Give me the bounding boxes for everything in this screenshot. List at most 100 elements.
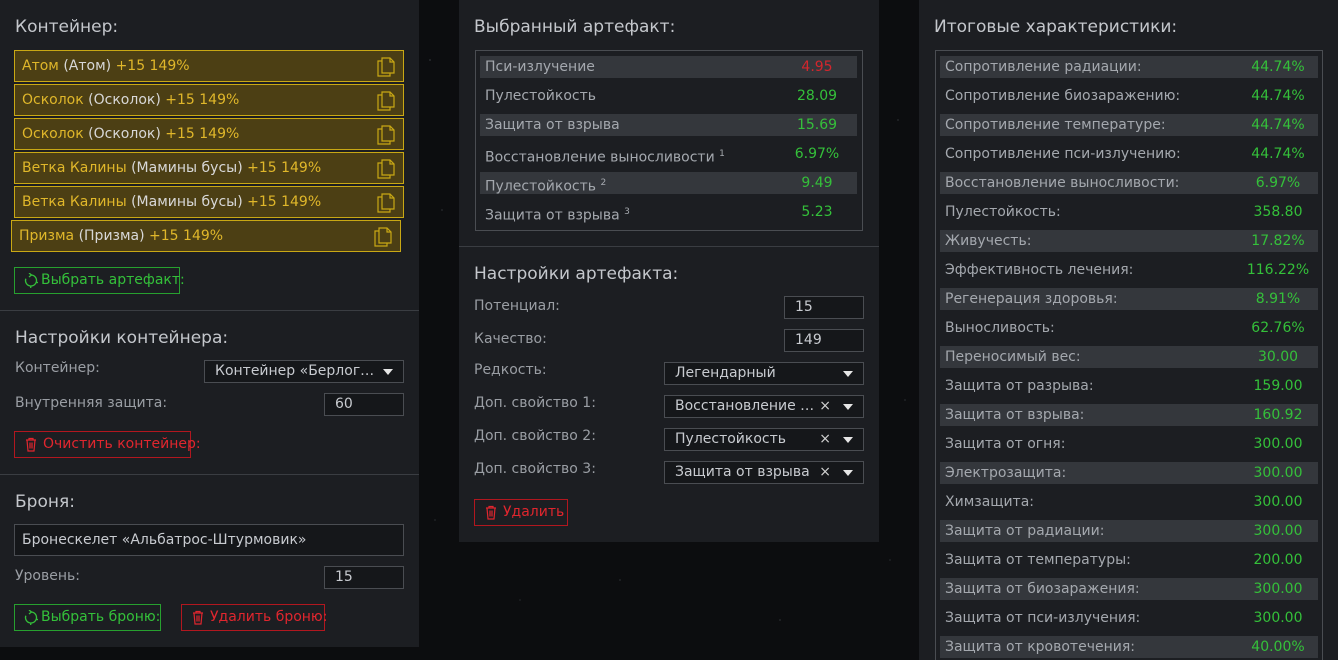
clear-icon[interactable]: × [819, 396, 831, 417]
artifact-original-name: (Призма) [78, 228, 145, 244]
copy-icon[interactable] [377, 125, 395, 145]
artifact-name: Осколок [22, 92, 84, 108]
total-stat-name: Защита от взрыва: [945, 407, 1085, 423]
extra-property-2-select[interactable]: Пулестойкость × [664, 428, 864, 451]
inner-protection-label: Внутренняя защита: [15, 395, 168, 411]
clear-container-button[interactable]: Очистить контейнер: [14, 431, 201, 458]
chevron-down-icon [843, 470, 853, 476]
delete-artifact-button[interactable]: Удалить [474, 499, 568, 526]
stat-footnote: 2 [600, 178, 607, 188]
rarity-select[interactable]: Легендарный [664, 362, 864, 385]
artifact-level: +15 149% [115, 58, 190, 74]
artifact-original-name: (Осколок) [88, 126, 161, 142]
total-stat-name: Электрозащита: [945, 465, 1067, 481]
totals-table: Сопротивление радиации: 44.74% Сопротивлен… [935, 50, 1323, 660]
chevron-down-icon [843, 437, 853, 443]
divider [0, 474, 419, 475]
select-artifact-label: Выбрать артефакт: [41, 272, 185, 288]
clear-icon[interactable]: × [819, 429, 831, 450]
total-stat-row: Защита от радиации: 300.00 [940, 520, 1318, 542]
container-artifact-item[interactable]: Призма (Призма) +15 149% [11, 220, 401, 252]
container-label: Контейнер: [15, 360, 100, 376]
total-stat-row: Переносимый вес: 30.00 [940, 346, 1318, 368]
total-stat-value: 116.22% [1246, 262, 1310, 278]
container-select[interactable]: Контейнер «Берлога… [204, 360, 404, 383]
container-panel: Контейнер: Атом (Атом) +15 149% Осколок (… [0, 0, 419, 647]
total-stat-name: Живучесть: [945, 233, 1032, 249]
total-stat-value: 44.74% [1251, 117, 1305, 133]
artifact-stat-row: Восстановление выносливости 1 6.97% [480, 143, 857, 166]
container-artifact-item[interactable]: Ветка Калины (Мамины бусы) +15 149% [14, 152, 404, 184]
artifact-original-name: (Мамины бусы) [131, 160, 243, 176]
copy-icon[interactable] [377, 193, 395, 213]
total-stat-name: Пулестойкость: [945, 204, 1061, 220]
extra-property-1-select[interactable]: Восстановление в… × [664, 395, 864, 418]
copy-icon[interactable] [377, 57, 395, 77]
delete-armor-button[interactable]: Удалить броню: [181, 604, 328, 631]
artifact-panel: Выбранный артефакт: Пси-излучение 4.95 Пул… [459, 0, 879, 542]
select-armor-label: Выбрать броню: [41, 609, 161, 625]
armor-name-field[interactable]: Бронескелет «Альбатрос-Штурмовик» [14, 524, 404, 556]
divider [0, 310, 419, 311]
potential-input[interactable]: 15 [784, 296, 864, 319]
artifact-stat-row: Пулестойкость 2 9.49 [480, 172, 857, 195]
select-artifact-button[interactable]: Выбрать артефакт: [14, 267, 185, 294]
total-stat-value: 17.82% [1251, 233, 1305, 249]
total-stat-name: Сопротивление радиации: [945, 59, 1142, 75]
stat-name: Защита от взрыва [485, 207, 620, 224]
total-stat-row: Сопротивление радиации: 44.74% [940, 56, 1318, 78]
extra-property-3-select[interactable]: Защита от взрыва × [664, 461, 864, 484]
copy-icon[interactable] [377, 159, 395, 179]
artifact-stat-row: Пулестойкость 28.09 [480, 85, 857, 107]
quality-label: Качество: [474, 331, 547, 347]
totals-title: Итоговые характеристики: [934, 17, 1178, 37]
total-stat-row: Защита от биозаражения: 300.00 [940, 578, 1318, 600]
total-stat-row: Защита от пси-излучения: 300.00 [940, 607, 1318, 629]
total-stat-name: Защита от температуры: [945, 552, 1131, 568]
quality-input[interactable]: 149 [784, 329, 864, 352]
total-stat-value: 30.00 [1257, 349, 1299, 365]
total-stat-value: 6.97% [1255, 175, 1301, 191]
total-stat-name: Защита от биозаражения: [945, 581, 1140, 597]
armor-level-input[interactable]: 15 [324, 566, 404, 589]
total-stat-value: 300.00 [1253, 465, 1303, 481]
extra-property-3-label: Доп. свойство 3: [474, 461, 596, 477]
total-stat-row: Химзащита: 300.00 [940, 491, 1318, 513]
refresh-icon [24, 273, 38, 288]
total-stat-row: Пулестойкость: 358.80 [940, 201, 1318, 223]
artifact-name: Призма [19, 228, 75, 244]
copy-icon[interactable] [374, 227, 392, 247]
chevron-down-icon [843, 404, 853, 410]
select-armor-button[interactable]: Выбрать броню: [14, 604, 161, 631]
stat-value: 15.69 [796, 117, 838, 133]
stat-value: 6.97% [794, 146, 840, 162]
artifact-level: +15 149% [149, 228, 224, 244]
container-artifact-item[interactable]: Атом (Атом) +15 149% [14, 50, 404, 82]
delete-armor-label: Удалить броню: [210, 609, 328, 625]
clear-icon[interactable]: × [819, 462, 831, 483]
artifact-original-name: (Мамины бусы) [131, 194, 243, 210]
extra-property-3-value: Защита от взрыва [675, 464, 810, 480]
total-stat-value: 300.00 [1253, 436, 1303, 452]
container-artifact-item[interactable]: Осколок (Осколок) +15 149% [14, 84, 404, 116]
inner-protection-input[interactable]: 60 [324, 393, 404, 416]
artifact-settings-title: Настройки артефакта: [474, 264, 679, 284]
artifact-level: +15 149% [165, 92, 240, 108]
container-artifact-item[interactable]: Осколок (Осколок) +15 149% [14, 118, 404, 150]
total-stat-value: 8.91% [1255, 291, 1301, 307]
delete-artifact-label: Удалить [503, 504, 565, 520]
refresh-icon [24, 610, 38, 625]
total-stat-name: Регенерация здоровья: [945, 291, 1118, 307]
total-stat-name: Защита от огня: [945, 436, 1066, 452]
container-settings-title: Настройки контейнера: [15, 328, 229, 348]
artifact-level: +15 149% [247, 160, 322, 176]
stat-value: 4.95 [801, 59, 833, 75]
total-stat-value: 200.00 [1253, 552, 1303, 568]
copy-icon[interactable] [377, 91, 395, 111]
extra-property-2-value: Пулестойкость [675, 431, 787, 447]
total-stat-name: Сопротивление биозаражению: [945, 88, 1181, 104]
container-artifact-item[interactable]: Ветка Калины (Мамины бусы) +15 149% [14, 186, 404, 218]
total-stat-row: Защита от кровотечения: 40.00% [940, 636, 1318, 658]
total-stat-value: 358.80 [1253, 204, 1303, 220]
artifact-level: +15 149% [165, 126, 240, 142]
